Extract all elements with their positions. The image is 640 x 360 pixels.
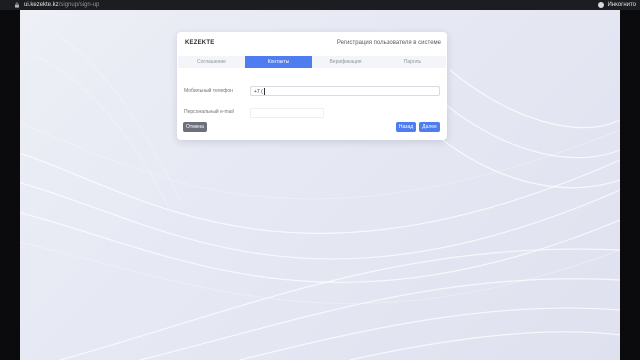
page-title: Регистрация пользователя в системе xyxy=(336,40,441,46)
profile-chip[interactable]: Инкогнито xyxy=(598,0,636,10)
signup-card: KEZEKTE Регистрация пользователя в систе… xyxy=(177,32,447,140)
text-caret xyxy=(263,88,265,96)
address-bar[interactable]: ui.kezekte.kz/signup/sign-up xyxy=(24,0,99,10)
phone-value: +7 ( xyxy=(254,89,263,95)
url-host: ui.kezekte.kz xyxy=(24,2,59,8)
email-label: Персональный e-mail xyxy=(184,109,234,115)
profile-name: Инкогнито xyxy=(607,2,636,8)
browser-toolbar: ui.kezekte.kz/signup/sign-up Инкогнито xyxy=(0,0,640,10)
tab-agreement[interactable]: Соглашение xyxy=(178,56,245,68)
lock-icon[interactable] xyxy=(14,2,20,8)
cancel-button[interactable]: Отмена xyxy=(183,122,207,132)
back-button[interactable]: Назад xyxy=(396,122,416,132)
step-tabs: Соглашение Контакты Верификация Пароль xyxy=(178,56,446,68)
next-button[interactable]: Далее xyxy=(419,122,440,132)
incognito-icon xyxy=(598,2,605,8)
card-header: KEZEKTE Регистрация пользователя в систе… xyxy=(177,32,447,54)
phone-label: Мобильный телефон xyxy=(184,88,233,94)
page-background: KEZEKTE Регистрация пользователя в систе… xyxy=(20,10,620,360)
tab-verification[interactable]: Верификация xyxy=(312,56,379,68)
tab-password[interactable]: Пароль xyxy=(379,56,446,68)
tab-contacts[interactable]: Контакты xyxy=(245,56,312,68)
url-path: /signup/sign-up xyxy=(58,2,100,8)
phone-input[interactable]: +7 ( xyxy=(250,86,440,96)
email-field[interactable] xyxy=(250,108,324,118)
brand-logo: KEZEKTE xyxy=(185,40,215,46)
